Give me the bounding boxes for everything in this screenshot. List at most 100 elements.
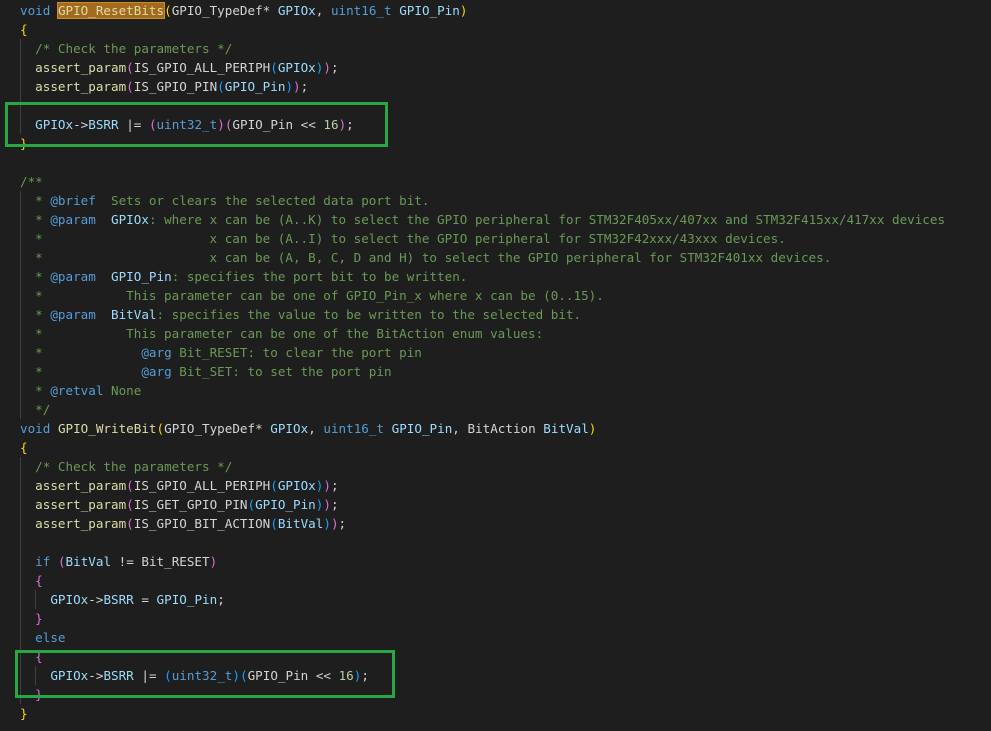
code-token: ( xyxy=(57,554,66,569)
code-line[interactable]: /* Check the parameters */ xyxy=(0,457,991,476)
code-token: uint32_t xyxy=(156,117,218,132)
code-line[interactable]: } xyxy=(0,685,991,704)
code-token: IS_GPIO_ALL_PERIPH xyxy=(133,478,271,493)
indent-guide xyxy=(20,267,21,286)
code-line[interactable]: * @arg Bit_SET: to set the port pin xyxy=(0,362,991,381)
code-line[interactable]: assert_param(IS_GPIO_ALL_PERIPH(GPIOx)); xyxy=(0,58,991,77)
code-token: GPIO_Pin << xyxy=(232,117,324,132)
code-token: ( xyxy=(247,497,256,512)
code-line[interactable]: * @brief Sets or clears the selected dat… xyxy=(0,191,991,210)
code-token: -> xyxy=(88,668,104,683)
code-token: ) xyxy=(330,516,339,531)
code-line[interactable]: * @retval None xyxy=(0,381,991,400)
code-token: IS_GPIO_BIT_ACTION xyxy=(133,516,271,531)
code-line[interactable]: * This parameter can be one of the BitAc… xyxy=(0,324,991,343)
code-token: IS_GPIO_PIN xyxy=(133,79,218,94)
indent-guide xyxy=(20,571,21,590)
indent-guide xyxy=(20,77,21,96)
code-token: ( xyxy=(126,516,134,531)
code-line[interactable]: if (BitVal != Bit_RESET) xyxy=(0,552,991,571)
code-token: * This parameter can be one of GPIO_Pin_… xyxy=(20,288,604,303)
code-line[interactable]: void GPIO_WriteBit(GPIO_TypeDef* GPIOx , … xyxy=(0,419,991,438)
indent-guide xyxy=(20,457,21,476)
code-line[interactable]: assert_param(IS_GET_GPIO_PIN(GPIO_Pin)); xyxy=(0,495,991,514)
code-token: ( xyxy=(126,79,134,94)
code-token: ; xyxy=(330,497,339,512)
code-token: : specifies the value to be written to t… xyxy=(156,307,582,322)
code-line[interactable] xyxy=(0,533,991,552)
code-token: } xyxy=(20,136,28,151)
indent-guide xyxy=(20,96,21,115)
code-line[interactable]: * @param GPIOx: where x can be (A..K) to… xyxy=(0,210,991,229)
code-token: GPIOx xyxy=(277,60,316,75)
code-token: BitVal xyxy=(543,421,589,436)
code-token: GPIO_WriteBit xyxy=(57,421,157,436)
code-token: ) xyxy=(209,554,218,569)
code-line[interactable]: * This parameter can be one of GPIO_Pin_… xyxy=(0,286,991,305)
code-token: ; xyxy=(361,668,369,683)
code-token: @retval xyxy=(50,383,104,398)
code-token: /** xyxy=(20,174,43,189)
code-line[interactable]: } xyxy=(0,609,991,628)
indent-guide xyxy=(20,628,21,647)
code-line[interactable]: /** xyxy=(0,172,991,191)
code-line[interactable]: GPIOx->BSRR = GPIO_Pin; xyxy=(0,590,991,609)
indent-guide xyxy=(20,552,21,571)
code-token: GPIO_TypeDef* xyxy=(164,421,263,436)
code-token: ( xyxy=(239,668,248,683)
code-line[interactable] xyxy=(0,153,991,172)
code-token: , BitAction xyxy=(452,421,544,436)
code-token: * xyxy=(20,193,51,208)
code-token: assert_param xyxy=(35,478,127,493)
code-token: : specifies the port bit to be written. xyxy=(171,269,468,284)
code-token: @arg xyxy=(141,364,172,379)
code-token: , xyxy=(308,421,324,436)
code-token: * xyxy=(20,307,51,322)
code-line[interactable]: GPIOx->BSRR |= (uint32_t)(GPIO_Pin << 16… xyxy=(0,666,991,685)
code-line[interactable]: * @arg Bit_RESET: to clear the port pin xyxy=(0,343,991,362)
code-token: GPIOx xyxy=(270,3,316,18)
indent-guide xyxy=(20,362,21,381)
indent-guide xyxy=(20,210,21,229)
code-line[interactable]: * x can be (A..I) to select the GPIO per… xyxy=(0,229,991,248)
code-line[interactable]: void GPIO_ResetBits(GPIO_TypeDef* GPIOx,… xyxy=(0,1,991,20)
code-line[interactable]: * @param GPIO_Pin: specifies the port bi… xyxy=(0,267,991,286)
code-line[interactable]: } xyxy=(0,134,991,153)
code-token: else xyxy=(35,630,66,645)
code-line[interactable]: /* Check the parameters */ xyxy=(0,39,991,58)
code-token: ; xyxy=(300,79,309,94)
code-token: GPIO_Pin xyxy=(391,3,460,18)
code-line[interactable]: assert_param(IS_GPIO_BIT_ACTION(BitVal))… xyxy=(0,514,991,533)
indent-guide xyxy=(20,381,21,400)
code-line[interactable]: else xyxy=(0,628,991,647)
indent-guide xyxy=(20,191,21,210)
code-line[interactable]: { xyxy=(0,20,991,39)
code-token: GPIO_TypeDef* xyxy=(171,3,271,18)
code-token: : where x can be (A..K) to select the GP… xyxy=(148,212,946,227)
code-token: @arg xyxy=(141,345,172,360)
code-line[interactable]: { xyxy=(0,438,991,457)
code-line[interactable]: } xyxy=(0,704,991,723)
code-editor[interactable]: void GPIO_ResetBits(GPIO_TypeDef* GPIOx,… xyxy=(0,0,991,731)
code-token: Sets or clears the selected data port bi… xyxy=(95,193,430,208)
code-line[interactable]: GPIOx->BSRR |= (uint32_t)(GPIO_Pin << 16… xyxy=(0,115,991,134)
code-line[interactable]: */ xyxy=(0,400,991,419)
code-line[interactable]: * x can be (A, B, C, D and H) to select … xyxy=(0,248,991,267)
indent-guide xyxy=(35,666,36,685)
code-token: ; xyxy=(346,117,354,132)
code-line[interactable]: { xyxy=(0,571,991,590)
code-token: * xyxy=(20,383,51,398)
code-token: BSRR xyxy=(88,117,119,132)
code-token: None xyxy=(103,383,142,398)
code-line[interactable]: assert_param(IS_GPIO_ALL_PERIPH(GPIOx)); xyxy=(0,476,991,495)
code-line[interactable]: { xyxy=(0,647,991,666)
code-line[interactable] xyxy=(0,96,991,115)
code-line[interactable]: * @param BitVal: specifies the value to … xyxy=(0,305,991,324)
code-line[interactable]: assert_param(IS_GPIO_PIN(GPIO_Pin)); xyxy=(0,77,991,96)
